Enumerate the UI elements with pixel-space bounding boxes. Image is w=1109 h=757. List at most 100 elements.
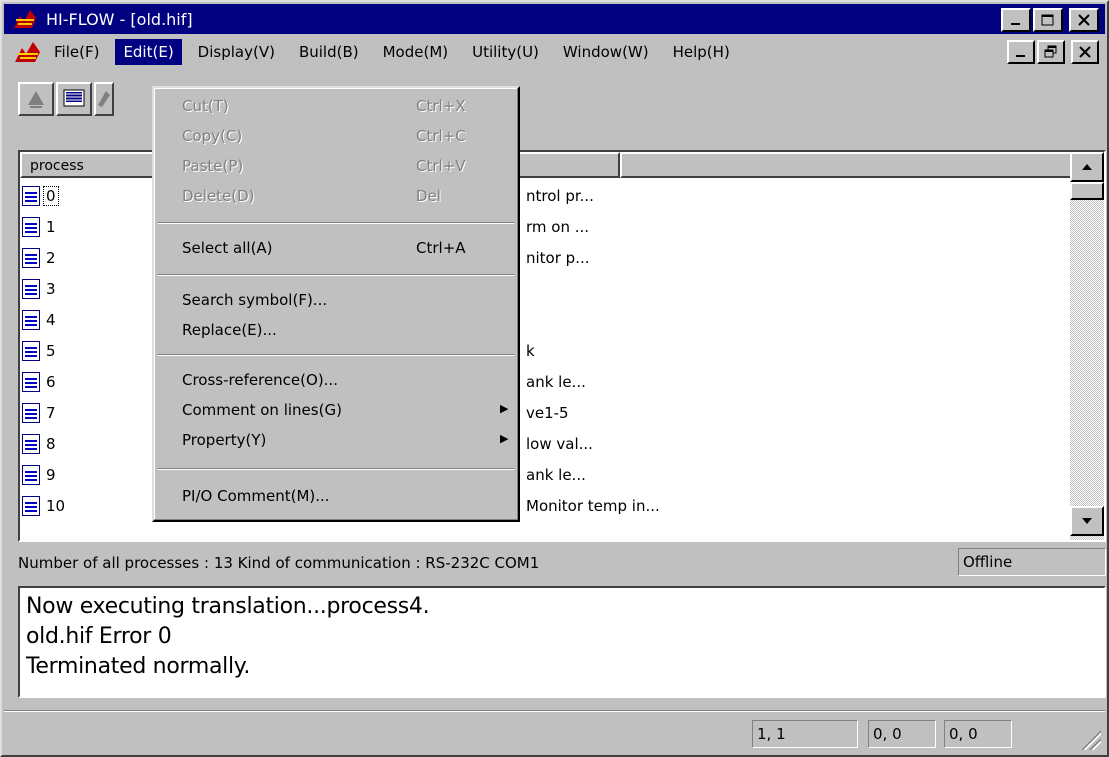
scroll-up-button[interactable] [1070, 152, 1104, 182]
toolbar-button-3[interactable] [94, 82, 114, 116]
process-number: 7 [46, 403, 56, 422]
column-header-3[interactable] [620, 152, 1070, 178]
process-file-icon [22, 340, 40, 361]
process-comment: ntrol pr... [526, 186, 594, 205]
process-file-icon [22, 185, 40, 206]
main-window: HI-FLOW - [old.hif] File(F) Edit(E) Disp… [0, 0, 1109, 757]
process-comment: ank le... [526, 465, 586, 484]
menu-item-label: Delete(D) [182, 187, 255, 205]
process-file-icon [22, 495, 40, 516]
process-comment: ank le... [526, 372, 586, 391]
menu-item-pio-comment[interactable]: PI/O Comment(M)... [154, 484, 518, 510]
scroll-up-icon [1082, 164, 1092, 170]
vertical-scrollbar[interactable] [1070, 152, 1104, 540]
menu-item-shortcut: Ctrl+C [416, 127, 466, 145]
menu-item-select-all[interactable]: Select all(A) Ctrl+A [154, 236, 518, 262]
menu-item-delete[interactable]: Delete(D) Del [154, 184, 518, 210]
status-position-2: 0, 0 [868, 720, 936, 748]
process-comment: nitor p... [526, 248, 590, 267]
menu-edit[interactable]: Edit(E) [115, 39, 182, 65]
doc-restore-button[interactable] [1037, 40, 1065, 64]
doc-close-button[interactable] [1071, 40, 1099, 64]
process-number: 2 [46, 248, 56, 267]
scroll-down-button[interactable] [1070, 506, 1104, 536]
process-comment: rm on ... [526, 217, 590, 236]
edit-menu-dropdown: Cut(T) Ctrl+X Copy(C) Ctrl+C Paste(P) Ctrl+V D… [152, 86, 520, 522]
scroll-down-icon [1082, 518, 1092, 524]
menu-build[interactable]: Build(B) [291, 39, 367, 65]
process-file-icon [22, 247, 40, 268]
menu-item-label: Cross-reference(O)... [182, 371, 338, 389]
process-number: 10 [46, 496, 66, 515]
process-summary: Number of all processes : 13 Kind of com… [18, 554, 540, 572]
process-file-icon [22, 402, 40, 423]
menu-mode[interactable]: Mode(M) [375, 39, 457, 65]
toolbar-button-2[interactable] [56, 82, 92, 116]
title-bar[interactable]: HI-FLOW - [old.hif] [4, 4, 1105, 34]
menu-file[interactable]: File(F) [46, 39, 107, 65]
message-output[interactable]: Now executing translation...process4. ol… [18, 586, 1106, 698]
menu-item-label: Cut(T) [182, 97, 229, 115]
menu-item-property[interactable]: Property(Y) ▶ [154, 428, 518, 454]
resize-grip-icon[interactable] [1081, 730, 1101, 750]
menu-item-paste[interactable]: Paste(P) Ctrl+V [154, 154, 518, 180]
menu-item-label: Select all(A) [182, 239, 273, 257]
statusbar-divider [4, 710, 1105, 712]
app-logo-icon [12, 8, 38, 30]
scroll-thumb[interactable] [1070, 182, 1104, 200]
menu-item-shortcut: Del [416, 187, 441, 205]
status-bar: 1, 1 0, 0 0, 0 [4, 714, 1105, 754]
submenu-arrow-icon: ▶ [500, 432, 509, 445]
menu-item-label: Search symbol(F)... [182, 291, 328, 309]
process-file-icon [22, 433, 40, 454]
process-comment: k [526, 341, 535, 360]
document-system-icon[interactable] [12, 40, 42, 64]
compile-icon [28, 91, 44, 108]
menu-display[interactable]: Display(V) [190, 39, 283, 65]
toolbar-button-1[interactable] [18, 82, 54, 116]
menu-utility[interactable]: Utility(U) [464, 39, 547, 65]
minimize-button[interactable] [1001, 8, 1031, 32]
menu-separator [158, 222, 514, 224]
menu-separator [158, 354, 514, 356]
menu-item-copy[interactable]: Copy(C) Ctrl+C [154, 124, 518, 150]
minimize-icon [1011, 23, 1020, 25]
message-line: Now executing translation...process4. [26, 594, 430, 619]
toolbar [18, 82, 114, 116]
menu-help[interactable]: Help(H) [665, 39, 738, 65]
close-icon [1079, 46, 1091, 58]
menu-item-label: Comment on lines(G) [182, 401, 342, 419]
menu-item-cut[interactable]: Cut(T) Ctrl+X [154, 94, 518, 120]
maximize-button[interactable] [1033, 8, 1063, 32]
process-number: 4 [46, 310, 56, 329]
close-icon [1078, 14, 1090, 26]
submenu-arrow-icon: ▶ [500, 402, 509, 415]
maximize-icon [1041, 14, 1054, 26]
menu-item-label: Paste(P) [182, 157, 244, 175]
process-file-icon [22, 309, 40, 330]
process-number: 9 [46, 465, 56, 484]
menu-item-shortcut: Ctrl+V [416, 157, 466, 175]
restore-icon [1044, 45, 1057, 58]
doc-minimize-button[interactable] [1007, 40, 1035, 64]
menu-item-replace[interactable]: Replace(E)... [154, 318, 518, 344]
menu-item-label: Replace(E)... [182, 321, 277, 339]
process-file-icon [22, 464, 40, 485]
process-number: 6 [46, 372, 56, 391]
process-file-icon [22, 278, 40, 299]
process-comment: Monitor temp in... [526, 496, 660, 515]
menu-item-comment-on-lines[interactable]: Comment on lines(G) ▶ [154, 398, 518, 424]
minimize-icon [1016, 55, 1025, 57]
process-number: 1 [46, 217, 56, 236]
menu-item-label: Property(Y) [182, 431, 267, 449]
process-comment: low val... [526, 434, 593, 453]
menu-item-shortcut: Ctrl+A [416, 239, 466, 257]
menu-window[interactable]: Window(W) [555, 39, 657, 65]
process-number: 5 [46, 341, 56, 360]
menu-separator [158, 274, 514, 276]
menu-item-search-symbol[interactable]: Search symbol(F)... [154, 288, 518, 314]
window-title: HI-FLOW - [old.hif] [46, 9, 193, 29]
menu-bar: File(F) Edit(E) Display(V) Build(B) Mode… [4, 36, 1105, 68]
close-button[interactable] [1069, 8, 1099, 32]
menu-item-cross-reference[interactable]: Cross-reference(O)... [154, 368, 518, 394]
